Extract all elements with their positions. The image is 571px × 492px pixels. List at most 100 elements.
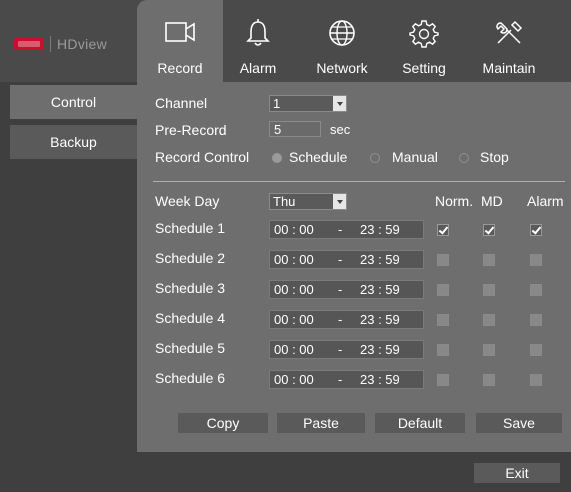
- tab-setting[interactable]: Setting: [391, 0, 457, 82]
- end-time[interactable]: 23 : 59: [360, 371, 400, 388]
- brand-name: HDview: [57, 36, 108, 52]
- tab-setting-label: Setting: [402, 60, 446, 76]
- brand-mark-icon: [14, 38, 44, 50]
- channel-select[interactable]: 1: [269, 95, 347, 112]
- camera-icon: [165, 22, 195, 42]
- norm-checkbox[interactable]: [437, 254, 449, 266]
- divider: [153, 181, 565, 182]
- chevron-down-icon: [333, 96, 346, 111]
- time-separator: -: [338, 252, 343, 267]
- end-time[interactable]: 23 : 59: [360, 341, 400, 358]
- sidebar-item-label: Control: [50, 94, 97, 110]
- channel-value: 1: [273, 96, 281, 111]
- start-time[interactable]: 00 : 00: [274, 371, 314, 388]
- radio-stop[interactable]: [459, 153, 469, 163]
- column-header-alarm: Alarm: [527, 193, 564, 209]
- md-checkbox[interactable]: [483, 284, 495, 296]
- default-button[interactable]: Default: [375, 413, 465, 433]
- chevron-down-icon: [333, 194, 346, 209]
- sidebar-item-backup[interactable]: Backup: [10, 125, 137, 159]
- schedule-time-range[interactable]: 00 : 00 - 23 : 59: [269, 280, 424, 299]
- alarm-checkbox[interactable]: [530, 224, 542, 236]
- end-time[interactable]: 23 : 59: [360, 281, 400, 298]
- exit-button[interactable]: Exit: [474, 463, 560, 483]
- logo: HDview: [14, 30, 132, 58]
- tab-alarm-label: Alarm: [239, 60, 277, 76]
- time-separator: -: [338, 342, 343, 357]
- prerecord-unit: sec: [330, 122, 351, 137]
- tools-icon: [496, 20, 523, 44]
- tab-network-label: Network: [316, 60, 368, 76]
- paste-button[interactable]: Paste: [277, 413, 365, 433]
- md-checkbox[interactable]: [483, 344, 495, 356]
- md-checkbox[interactable]: [483, 254, 495, 266]
- alarm-checkbox[interactable]: [530, 344, 542, 356]
- schedule-time-range[interactable]: 00 : 00 - 23 : 59: [269, 340, 424, 359]
- start-time[interactable]: 00 : 00: [274, 221, 314, 238]
- schedule-row-label: Schedule 4: [155, 310, 226, 326]
- alarm-checkbox[interactable]: [530, 254, 542, 266]
- start-time[interactable]: 00 : 00: [274, 281, 314, 298]
- start-time[interactable]: 00 : 00: [274, 341, 314, 358]
- gear-icon: [409, 20, 439, 48]
- tab-maintain[interactable]: Maintain: [470, 0, 548, 82]
- bell-icon: [246, 19, 270, 46]
- logo-divider: [50, 36, 51, 52]
- norm-checkbox[interactable]: [437, 344, 449, 356]
- tab-network[interactable]: Network: [305, 0, 379, 82]
- copy-button[interactable]: Copy: [178, 413, 268, 433]
- tab-record-label: Record: [157, 60, 203, 76]
- radio-manual[interactable]: [370, 153, 380, 163]
- dvr-settings-window: HDview Record Alarm Network Setting Main…: [0, 0, 571, 492]
- time-separator: -: [338, 372, 343, 387]
- time-separator: -: [338, 282, 343, 297]
- schedule-time-range[interactable]: 00 : 00 - 23 : 59: [269, 370, 424, 389]
- radio-manual-label: Manual: [392, 149, 438, 165]
- tab-record[interactable]: Record: [137, 0, 223, 82]
- column-header-norm: Norm.: [435, 193, 474, 209]
- schedule-time-range[interactable]: 00 : 00 - 23 : 59: [269, 220, 424, 239]
- norm-checkbox[interactable]: [437, 284, 449, 296]
- alarm-checkbox[interactable]: [530, 284, 542, 296]
- tab-alarm[interactable]: Alarm: [223, 0, 293, 82]
- save-button[interactable]: Save: [476, 413, 562, 433]
- schedule-time-range[interactable]: 00 : 00 - 23 : 59: [269, 310, 424, 329]
- sidebar-item-control[interactable]: Control: [10, 85, 137, 119]
- radio-schedule-label: Schedule: [289, 149, 348, 165]
- channel-label: Channel: [155, 95, 208, 111]
- radio-schedule[interactable]: [272, 153, 282, 163]
- start-time[interactable]: 00 : 00: [274, 251, 314, 268]
- md-checkbox[interactable]: [483, 374, 495, 386]
- norm-checkbox[interactable]: [437, 314, 449, 326]
- schedule-time-range[interactable]: 00 : 00 - 23 : 59: [269, 250, 424, 269]
- schedule-row-label: Schedule 1: [155, 220, 226, 236]
- schedule-row-label: Schedule 6: [155, 370, 226, 386]
- prerecord-input[interactable]: 5: [269, 121, 321, 137]
- top-menu-bar: HDview Record Alarm Network Setting Main…: [0, 0, 571, 82]
- weekday-select[interactable]: Thu: [269, 193, 347, 210]
- end-time[interactable]: 23 : 59: [360, 311, 400, 328]
- radio-stop-label: Stop: [480, 149, 509, 165]
- weekday-value: Thu: [273, 194, 296, 209]
- schedule-row-label: Schedule 5: [155, 340, 226, 356]
- globe-icon: [329, 20, 355, 46]
- end-time[interactable]: 23 : 59: [360, 221, 400, 238]
- start-time[interactable]: 00 : 00: [274, 311, 314, 328]
- schedule-row-label: Schedule 2: [155, 250, 226, 266]
- sidebar-item-label: Backup: [50, 134, 97, 150]
- end-time[interactable]: 23 : 59: [360, 251, 400, 268]
- alarm-checkbox[interactable]: [530, 314, 542, 326]
- column-header-md: MD: [481, 193, 503, 209]
- schedule-row-label: Schedule 3: [155, 280, 226, 296]
- time-separator: -: [338, 312, 343, 327]
- sidebar: Control Backup: [0, 82, 137, 492]
- norm-checkbox[interactable]: [437, 374, 449, 386]
- time-separator: -: [338, 222, 343, 237]
- prerecord-label: Pre-Record: [155, 122, 227, 138]
- alarm-checkbox[interactable]: [530, 374, 542, 386]
- tab-maintain-label: Maintain: [482, 60, 536, 76]
- weekday-label: Week Day: [155, 193, 220, 209]
- md-checkbox[interactable]: [483, 314, 495, 326]
- md-checkbox[interactable]: [483, 224, 495, 236]
- norm-checkbox[interactable]: [437, 224, 449, 236]
